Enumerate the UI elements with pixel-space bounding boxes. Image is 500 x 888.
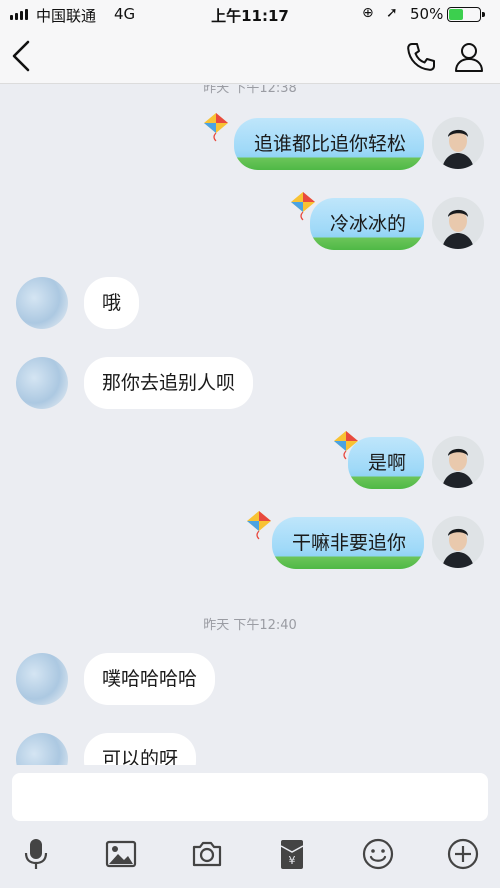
message-input[interactable] — [12, 773, 488, 821]
incoming-message[interactable]: 可以的呀 — [84, 733, 197, 765]
image-icon[interactable] — [104, 837, 138, 871]
message-text: 冷冰冰的 — [329, 213, 406, 235]
kite-sticker-icon — [334, 431, 358, 460]
contact-avatar[interactable] — [16, 733, 68, 765]
chat-header — [0, 28, 500, 84]
phone-icon[interactable] — [404, 40, 438, 74]
message-list[interactable]: 昨天 下午12:38 追谁都比追你轻松 冷冰冰的 哦 那你去追别人呗 是啊 干嘛… — [0, 85, 500, 765]
camera-icon[interactable] — [190, 837, 224, 871]
incoming-message[interactable]: 噗哈哈哈哈 — [84, 653, 216, 705]
timestamp: 昨天 下午12:38 — [203, 85, 297, 96]
my-avatar[interactable] — [432, 516, 484, 568]
message-text: 是啊 — [367, 452, 406, 474]
emoji-icon[interactable] — [361, 837, 395, 871]
kite-sticker-icon — [291, 192, 315, 221]
lock-rotation-icon: ⊕ — [362, 5, 374, 21]
profile-icon[interactable] — [452, 40, 486, 74]
incoming-message[interactable]: 那你去追别人呗 — [84, 357, 254, 409]
battery-fill — [449, 9, 463, 20]
timestamp: 昨天 下午12:40 — [203, 618, 297, 633]
contact-avatar[interactable] — [16, 653, 68, 705]
message-text: 干嘛非要追你 — [291, 532, 406, 554]
my-avatar[interactable] — [432, 197, 484, 249]
person-avatar-icon — [432, 436, 484, 488]
message-text: 哦 — [102, 292, 122, 314]
contact-avatar[interactable] — [16, 277, 68, 329]
message-text: 追谁都比追你轻松 — [253, 133, 406, 155]
svg-text:¥: ¥ — [289, 854, 296, 867]
input-toolbar: ¥ — [0, 835, 500, 883]
kite-sticker-icon — [247, 511, 271, 540]
person-avatar-icon — [432, 197, 484, 249]
message-text: 可以的呀 — [102, 748, 179, 765]
outgoing-message[interactable]: 追谁都比追你轻松 — [233, 118, 424, 170]
person-avatar-icon — [432, 117, 484, 169]
back-arrow-icon[interactable] — [8, 38, 36, 74]
status-bar: 中国联通 4G 上午11:17 ⊕ ➚ 50% — [0, 0, 500, 28]
red-packet-icon[interactable]: ¥ — [275, 837, 309, 871]
incoming-message[interactable]: 哦 — [84, 277, 140, 329]
microphone-icon[interactable] — [19, 837, 53, 871]
battery-icon — [447, 7, 485, 22]
kite-sticker-icon — [204, 113, 228, 142]
plus-icon[interactable] — [446, 837, 480, 871]
message-text: 那你去追别人呗 — [102, 372, 236, 394]
outgoing-message[interactable]: 干嘛非要追你 — [271, 517, 424, 569]
outgoing-message[interactable]: 是啊 — [347, 437, 424, 489]
message-text: 噗哈哈哈哈 — [102, 668, 198, 690]
location-arrow-icon: ➚ — [386, 5, 398, 21]
battery-percent: 50% — [410, 5, 444, 23]
contact-avatar[interactable] — [16, 357, 68, 409]
my-avatar[interactable] — [432, 117, 484, 169]
outgoing-message[interactable]: 冷冰冰的 — [309, 198, 424, 250]
my-avatar[interactable] — [432, 436, 484, 488]
person-avatar-icon — [432, 516, 484, 568]
input-area: ¥ — [0, 765, 500, 888]
